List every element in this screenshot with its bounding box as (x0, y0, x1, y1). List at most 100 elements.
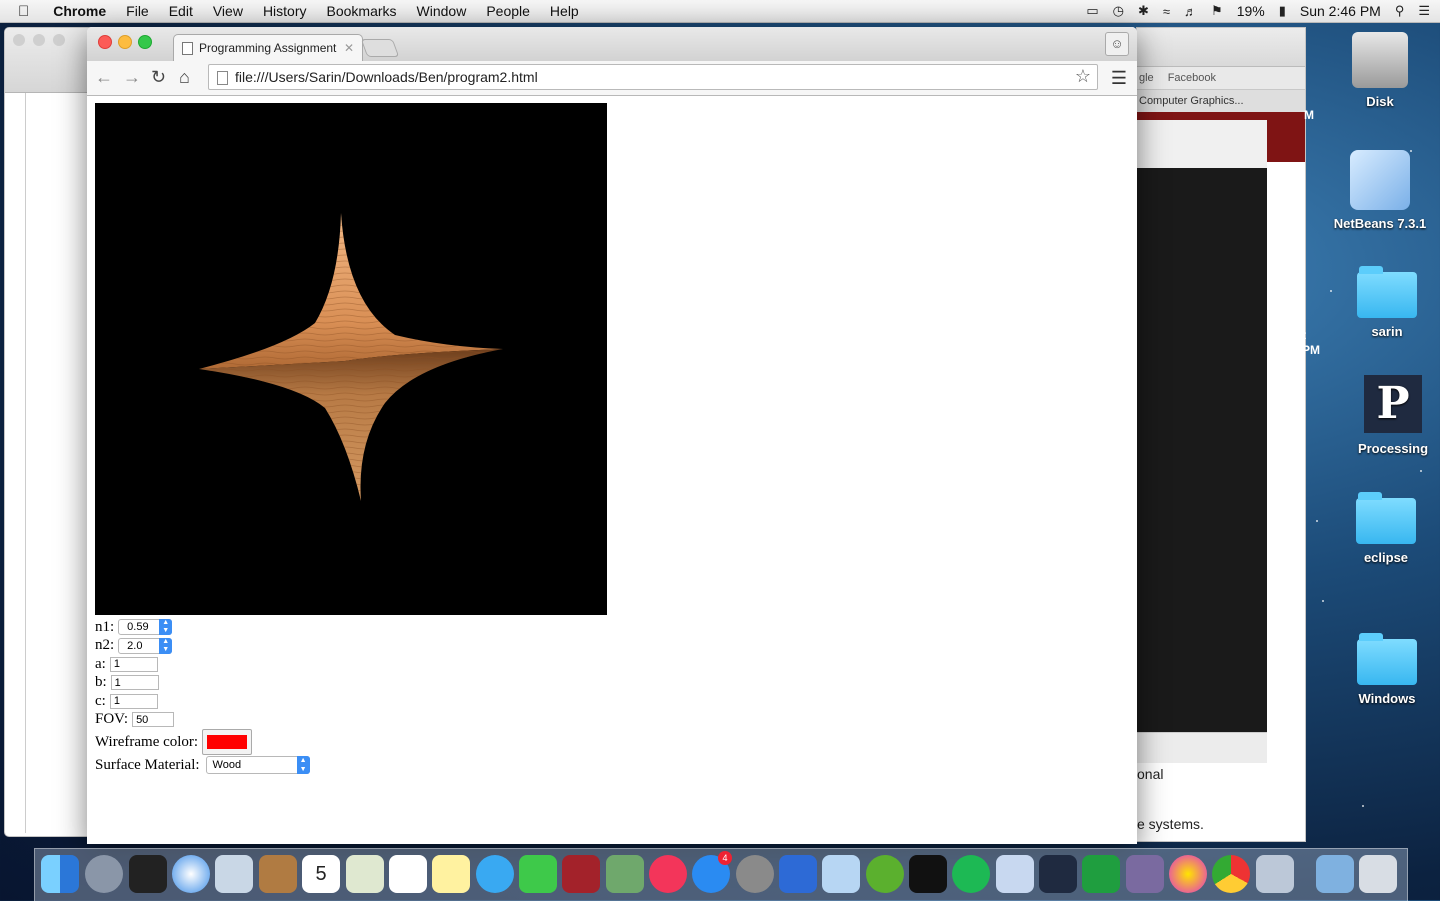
excel-icon[interactable] (1082, 855, 1120, 893)
menu-help[interactable]: Help (540, 3, 589, 19)
terminal-icon[interactable] (909, 855, 947, 893)
bookmark-google[interactable]: gle (1139, 72, 1154, 84)
desktop-icon-label: Processing (1357, 441, 1429, 456)
forward-arrow-icon[interactable]: → (123, 67, 141, 88)
back-arrow-icon[interactable]: ← (95, 67, 113, 88)
battery-percent[interactable]: 19% (1237, 3, 1265, 19)
new-tab-button[interactable] (360, 39, 400, 57)
webgl-canvas[interactable] (95, 103, 607, 615)
launchpad-icon[interactable] (85, 855, 123, 893)
tab-close-icon[interactable]: ✕ (344, 41, 354, 55)
bookmark-facebook[interactable]: Facebook (1168, 72, 1216, 84)
bluetooth-icon[interactable]: ✱ (1138, 3, 1149, 19)
window-close-button[interactable] (98, 35, 112, 49)
wifi-icon[interactable]: ≈ (1163, 4, 1170, 19)
preview-icon[interactable] (346, 855, 384, 893)
hard-disk-icon (1352, 32, 1408, 88)
applications-folder-icon[interactable] (1316, 855, 1354, 893)
surface-material-value: Wood (212, 759, 242, 771)
apple-menu-icon[interactable]:  (0, 3, 43, 20)
menu-people[interactable]: People (476, 3, 540, 19)
desktop-icon-sarin[interactable]: sarin (1337, 266, 1437, 339)
window-zoom-inactive[interactable] (53, 34, 65, 46)
c-input[interactable]: 1 (109, 693, 158, 709)
contacts-icon[interactable] (259, 855, 297, 893)
window-minimize-button[interactable] (118, 35, 132, 49)
menu-bookmarks[interactable]: Bookmarks (317, 3, 407, 19)
time-machine-icon[interactable]: ◷ (1113, 3, 1124, 19)
itunes-icon[interactable] (649, 855, 687, 893)
processing-icon[interactable] (1039, 855, 1077, 893)
tab-title: Programming Assignment (199, 41, 337, 55)
address-bar[interactable]: file:///Users/Sarin/Downloads/Ben/progra… (208, 64, 1098, 90)
word-icon[interactable] (779, 855, 817, 893)
fov-input[interactable]: 50 (132, 712, 175, 728)
screen-sharing-icon[interactable] (1256, 855, 1294, 893)
netbeans-cube-icon (1350, 150, 1410, 210)
menu-app-name[interactable]: Chrome (43, 3, 116, 19)
tab-active[interactable]: Programming Assignment ✕ (173, 34, 363, 61)
notification-center-icon[interactable]: ☰ (1418, 3, 1430, 19)
airplay-icon[interactable]: ▭ (1086, 3, 1098, 19)
battery-icon[interactable]: ▮ (1279, 3, 1286, 19)
spotlight-search-icon[interactable]: ⚲ (1395, 3, 1405, 19)
clock[interactable]: Sun 2:46 PM (1300, 3, 1381, 19)
profile-icon[interactable]: ☺ (1105, 32, 1129, 56)
dashboard-icon[interactable] (129, 855, 167, 893)
textedit-icon[interactable] (996, 855, 1034, 893)
url-text: file:///Users/Sarin/Downloads/Ben/progra… (235, 69, 538, 85)
superquadric-render (199, 213, 503, 501)
utorrent-icon[interactable] (866, 855, 904, 893)
app-store-badge: 4 (718, 851, 732, 865)
desktop-icon-processing[interactable]: P Processing (1343, 375, 1440, 456)
bookmark-star-icon[interactable]: ☆ (1075, 66, 1091, 87)
desktop-icon-eclipse[interactable]: eclipse (1336, 492, 1436, 565)
flag-icon[interactable]: ⚑ (1211, 3, 1223, 19)
spotify-icon[interactable] (952, 855, 990, 893)
menu-window[interactable]: Window (407, 3, 477, 19)
mail-icon[interactable] (215, 855, 253, 893)
n1-number-input[interactable]: 0.59 ▲ ▼ (118, 619, 173, 636)
messages-icon[interactable] (476, 855, 514, 893)
wireframe-color-picker[interactable] (202, 729, 253, 755)
background-tab[interactable]: Computer Graphics... (1137, 89, 1305, 112)
menu-edit[interactable]: Edit (159, 3, 203, 19)
n2-label: n2: (95, 637, 115, 654)
a-input[interactable]: 1 (109, 656, 158, 672)
rocket-icon[interactable] (1126, 855, 1164, 893)
trash-icon[interactable] (1359, 855, 1397, 893)
window-close-inactive[interactable] (13, 34, 25, 46)
window-zoom-button[interactable] (138, 35, 152, 49)
chrome-menu-icon[interactable]: ☰ (1111, 68, 1127, 89)
b-input[interactable]: 1 (110, 675, 159, 691)
facetime-icon[interactable] (519, 855, 557, 893)
background-browser-toolbar (1137, 28, 1305, 67)
iphoto-icon[interactable] (606, 855, 644, 893)
calendar-icon[interactable]: 5 (302, 855, 340, 893)
page-icon (217, 71, 228, 85)
netbeans-icon[interactable] (822, 855, 860, 893)
menu-history[interactable]: History (253, 3, 317, 19)
reminders-icon[interactable] (389, 855, 427, 893)
superquadric-top (199, 213, 503, 369)
home-icon[interactable]: ⌂ (179, 67, 190, 88)
surface-material-select[interactable]: Wood ▲ ▼ (205, 756, 310, 774)
n1-stepper-icon[interactable]: ▲ ▼ (159, 619, 173, 636)
chrome-icon[interactable] (1212, 855, 1250, 893)
notes-icon[interactable] (432, 855, 470, 893)
desktop-icon-disk[interactable]: Disk (1330, 32, 1430, 109)
window-minimize-inactive[interactable] (33, 34, 45, 46)
system-preferences-icon[interactable] (736, 855, 774, 893)
finder-icon[interactable] (41, 855, 79, 893)
photo-booth-icon[interactable] (562, 855, 600, 893)
menu-view[interactable]: View (203, 3, 253, 19)
n2-stepper-icon[interactable]: ▲ ▼ (159, 637, 173, 654)
flower-app-icon[interactable] (1169, 855, 1207, 893)
desktop-icon-netbeans[interactable]: NetBeans 7.3.1 (1330, 150, 1430, 231)
safari-icon[interactable] (172, 855, 210, 893)
volume-icon[interactable]: ♬ (1184, 4, 1197, 19)
desktop-icon-windows[interactable]: Windows (1337, 633, 1437, 706)
menu-file[interactable]: File (116, 3, 159, 19)
n2-number-input[interactable]: 2.0 ▲ ▼ (118, 637, 173, 654)
reload-icon[interactable]: ↻ (151, 67, 166, 88)
